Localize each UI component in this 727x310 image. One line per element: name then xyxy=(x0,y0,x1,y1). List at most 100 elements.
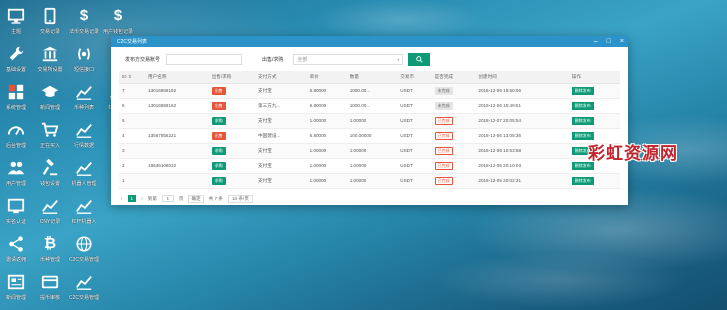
row-price: 1.00000 xyxy=(309,178,327,183)
desktop-icon-label: 用户钱包记录 xyxy=(102,29,133,35)
row-user: 13016868162 xyxy=(148,103,177,108)
bitcoin-icon: ₿ xyxy=(43,235,57,252)
prev-page-button[interactable]: ‹ xyxy=(121,196,123,201)
desktop-icon[interactable]: 新闻管理 xyxy=(0,272,34,308)
row-created-time: 2018-12-07 20:05:54 xyxy=(478,118,522,123)
desktop-icon-label: C2C交易管理 xyxy=(68,295,99,301)
column-header: 单价 xyxy=(306,71,347,84)
row-created-time: 2018-12-05 20:02:31 xyxy=(478,178,522,183)
desktop-icon[interactable]: 钱包设置 xyxy=(32,158,68,194)
desktop-icon-label: 交易所设置 xyxy=(37,67,63,73)
desktop-icon-label: 杠杆机器人 xyxy=(71,219,97,225)
desktop-icon[interactable]: 杠杆机器人 xyxy=(66,196,102,232)
desktop-icon[interactable]: 用户管理 xyxy=(0,158,34,194)
account-filter-label: 发布方交易账号 xyxy=(125,56,161,63)
monitor-icon xyxy=(6,6,26,26)
goto-page-input[interactable]: 1 xyxy=(161,195,174,202)
desktop-icon[interactable]: 基础设置 xyxy=(0,44,34,80)
desktop-icon[interactable]: CNY记录 xyxy=(32,196,68,232)
row-amount: 1.00000 xyxy=(349,163,367,168)
desktop-icon[interactable]: 后台管理 xyxy=(0,120,34,156)
table-cell: 1.00000 xyxy=(306,143,347,159)
table-row: 3 求购 支付宝 1.00000 1.00000 USDT 已完成 2018-12-06 10… xyxy=(119,143,620,159)
sms-icon xyxy=(74,44,94,64)
desktop-icon[interactable]: 系统管理 xyxy=(0,82,34,118)
desktop-icon[interactable]: 币种列表 xyxy=(66,82,102,118)
dollar-icon: $ xyxy=(79,7,89,24)
grid-icon xyxy=(6,82,26,102)
desktop-icon[interactable]: C2C交易管理 xyxy=(66,234,102,270)
desktop-icon[interactable]: 短信接口 xyxy=(66,44,102,80)
table-row: 6 13016868162 出售 第三方九... 6.80000 1000.00... US… xyxy=(119,98,620,114)
row-price: 6.80000 xyxy=(309,133,327,138)
next-page-button[interactable]: › xyxy=(141,196,143,201)
row-status-badge: 已完成 xyxy=(434,116,453,125)
table-row: 1 求购 支付宝 1.00000 1.00000 USDT 已完成 2018-12-05 20… xyxy=(119,173,620,189)
per-page-select[interactable]: 10 条/页 xyxy=(227,194,253,203)
desktop-icon[interactable]: 机器人管理 xyxy=(66,158,102,194)
search-button[interactable] xyxy=(408,52,431,66)
window-titlebar[interactable]: C2C交易列表 – □ × xyxy=(111,36,628,47)
desktop-icon[interactable]: 实名认证 xyxy=(0,196,34,232)
table-cell: 已完成 xyxy=(431,158,476,174)
desktop-icon[interactable]: 行情数据 xyxy=(66,120,102,156)
row-price: 1.00000 xyxy=(309,163,327,168)
table-row: 5 求购 支付宝 1.00000 1.00000 USDT 已完成 2018-12-07 20… xyxy=(119,113,620,129)
row-amount: 1.00000 xyxy=(349,118,367,123)
column-header: 出售/求购 xyxy=(208,71,256,84)
row-id: 6 xyxy=(122,103,125,108)
minimize-icon[interactable]: – xyxy=(594,36,598,47)
id-icon xyxy=(6,196,26,216)
row-id: 7 xyxy=(122,88,125,93)
desktop-icon[interactable]: 邀请返佣 xyxy=(0,234,34,270)
desktop-icon[interactable]: 提币审核 xyxy=(32,272,68,308)
row-created-time: 2018-12-06 13:05:36 xyxy=(478,133,522,138)
delete-post-button[interactable]: 删除发布 xyxy=(571,116,594,125)
delete-post-button[interactable]: 删除发布 xyxy=(571,86,594,95)
current-page[interactable]: 1 xyxy=(127,195,137,202)
row-price: 1.00000 xyxy=(309,118,327,123)
row-created-time: 2018-12-06 15:49:51 xyxy=(478,103,522,108)
row-pay-method: 支付宝 xyxy=(258,87,272,93)
desktop-icon[interactable]: 正在买入 xyxy=(32,120,68,156)
filter-bar: 发布方交易账号 出售/求购 全部 ▾ xyxy=(111,47,628,71)
desktop-icon[interactable]: $ 法币交易记录 xyxy=(66,6,102,42)
desktop-icon-label: 用户管理 xyxy=(5,181,26,187)
close-icon[interactable]: × xyxy=(620,36,624,47)
desktop-icon-label: 币种列表 xyxy=(73,105,94,111)
desktop-icon-label: CNY记录 xyxy=(39,219,61,225)
table-cell: 已完成 xyxy=(431,143,476,159)
desktop-icon[interactable]: 交易记录 xyxy=(32,6,68,42)
desktop-icon[interactable]: 主题 xyxy=(0,6,34,42)
share-icon xyxy=(6,234,26,254)
table-cell: 支付宝 xyxy=(255,158,307,174)
desktop-icon[interactable]: C2C交易管理 xyxy=(66,272,102,308)
table-cell: 1 xyxy=(119,173,146,189)
desktop-icon-label: 实名认证 xyxy=(5,219,26,225)
row-amount: 1000.00... xyxy=(349,88,371,93)
account-filter-input[interactable] xyxy=(166,53,243,65)
goto-confirm-button[interactable]: 确定 xyxy=(188,194,204,203)
table-cell: 18636108032 xyxy=(145,158,209,174)
delete-post-button[interactable]: 删除发布 xyxy=(571,176,594,185)
table-cell: USDT xyxy=(397,158,432,174)
maximize-icon[interactable]: □ xyxy=(607,36,611,47)
table-cell: 13016868162 xyxy=(145,83,209,99)
row-type-badge: 求购 xyxy=(211,116,226,125)
type-filter-select[interactable]: 全部 ▾ xyxy=(293,53,404,65)
desktop-icon[interactable]: 交易所设置 xyxy=(32,44,68,80)
desktop-icon-label: 基础设置 xyxy=(5,67,26,73)
column-header[interactable]: ID ⇕ xyxy=(119,71,146,84)
table-row: 7 13016868162 出售 支付宝 6.80000 1000.00... USDT 未完… xyxy=(119,83,620,99)
table-cell: 13567856221 xyxy=(145,128,209,144)
table-cell xyxy=(145,113,209,129)
row-pay-method: 支付宝 xyxy=(258,177,272,183)
desktop-icon-label: 新闻管理 xyxy=(39,105,60,111)
row-id: 5 xyxy=(122,118,125,123)
delete-post-button[interactable]: 删除发布 xyxy=(571,101,594,110)
watermark-text: 彩虹资源网 xyxy=(588,144,678,164)
desktop-icon[interactable]: ₿ 币种管理 xyxy=(32,234,68,270)
table-cell: 求购 xyxy=(208,113,256,129)
desktop-icon[interactable]: 新闻管理 xyxy=(32,82,68,118)
row-coin: USDT xyxy=(400,118,413,123)
